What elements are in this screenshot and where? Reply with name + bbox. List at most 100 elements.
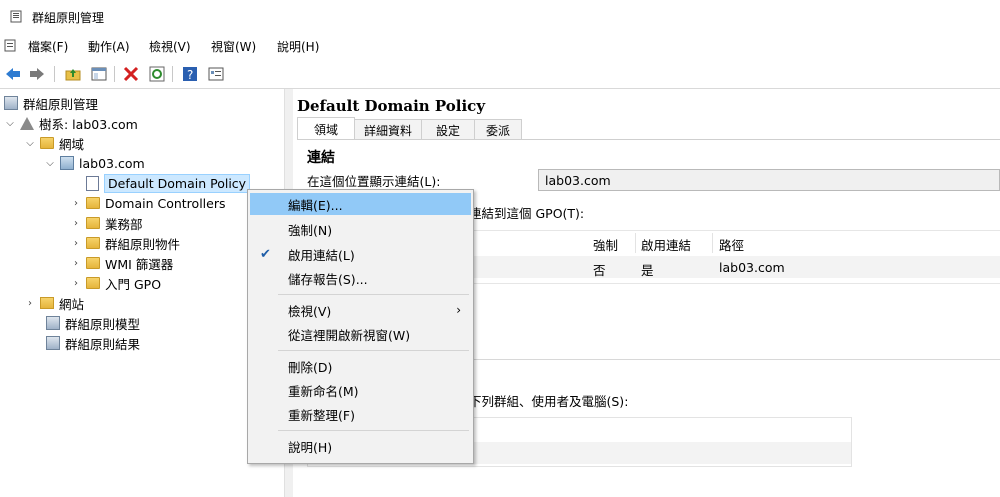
show-hide-tree-icon[interactable] [90,65,108,83]
chevron-right-icon[interactable]: › [70,258,82,269]
tree-node-domains[interactable]: ⌵ 網域 [24,133,84,153]
cell-enforced: 否 [593,263,606,278]
tree-node-results[interactable]: 群組原則結果 [30,333,140,353]
up-folder-icon[interactable] [64,65,82,83]
forest-icon [20,116,34,130]
tree-node-gpo-objects[interactable]: › 群組原則物件 [70,233,180,253]
tree-node-default-domain-policy[interactable]: Default Domain Policy [70,173,251,193]
tree-node-root[interactable]: 群組原則管理 [4,93,98,113]
chevron-right-icon[interactable]: › [24,298,36,309]
menu-bar: 檔案(F) 動作(A) 檢視(V) 視窗(W) 說明(H) [0,34,1000,58]
tree-label: 群組原則模型 [65,316,141,332]
tree-label: 網站 [59,296,85,312]
tab-settings[interactable]: 設定 [421,119,475,140]
chevron-right-icon: › [456,303,461,317]
results-icon [46,336,60,350]
menu-action[interactable]: 動作(A) [88,38,130,55]
chevron-right-icon[interactable]: › [70,278,82,289]
tab-scope[interactable]: 領域 [297,117,355,140]
toolbar-separator [54,66,55,82]
menu-item-new-window[interactable]: 從這裡開啟新視窗(W) [250,323,471,345]
tab-delegation[interactable]: 委派 [474,119,522,140]
gpm-icon [4,96,18,110]
column-link-enabled[interactable]: 啟用連結 [641,235,691,254]
menu-item-delete[interactable]: 刪除(D) [250,355,471,377]
menu-separator [278,430,469,431]
delete-icon[interactable] [122,65,140,83]
context-menu: 編輯(E)... 強制(N) ✔ 啟用連結(L) 儲存報告(S)... 檢視(V)… [247,189,474,464]
window-title: 群組原則管理 [32,11,105,25]
tree-label: Domain Controllers [105,195,226,211]
tree-node-starter-gpo[interactable]: › 入門 GPO [70,273,161,293]
menu-item-link-enabled[interactable]: ✔ 啟用連結(L) [250,243,471,265]
menu-item-save-report[interactable]: 儲存報告(S)... [250,267,471,289]
forward-arrow-icon[interactable] [28,65,46,83]
chevron-down-icon[interactable]: ⌵ [44,158,56,169]
tab-divider [297,139,1000,140]
tree-label: 群組原則結果 [65,336,141,352]
menu-item-enforced[interactable]: 強制(N) [250,218,471,240]
column-enforced[interactable]: 強制 [593,235,618,254]
tree-label: 入門 GPO [105,276,162,292]
chevron-down-icon[interactable]: ⌵ [4,118,16,129]
location-dropdown[interactable]: lab03.com [538,169,1000,191]
back-arrow-icon[interactable] [4,65,22,83]
links-heading: 連結 [307,150,335,166]
folder-icon [86,237,100,249]
security-filter-label: 下列群組、使用者及電腦(S): [469,394,629,409]
chevron-right-icon[interactable]: › [70,218,82,229]
toolbar-separator [172,66,173,82]
svg-text:?: ? [187,68,193,82]
refresh-icon[interactable] [148,65,166,83]
tree-node-modeling[interactable]: 群組原則模型 [30,313,140,333]
menu-item-view[interactable]: 檢視(V) › [250,299,471,321]
tree-label: 網域 [59,136,85,152]
menu-separator [278,294,469,295]
ou-folder-icon [86,217,100,229]
cell-link-enabled: 是 [641,263,654,278]
location-label: 在這個位置顯示連結(L): [307,174,441,189]
location-value: lab03.com [545,172,611,188]
menu-window[interactable]: 視窗(W) [211,38,256,55]
tree-label: 群組原則物件 [105,236,181,252]
menu-view[interactable]: 檢視(V) [149,38,191,55]
column-path[interactable]: 路徑 [719,235,744,254]
app-icon [10,9,24,23]
tree-node-wmi-filters[interactable]: › WMI 篩選器 [70,253,173,273]
tree-label: Default Domain Policy [104,173,251,193]
menu-separator [278,350,469,351]
tree-node-forest[interactable]: ⌵ 樹系: lab03.com [4,113,138,133]
menu-file[interactable]: 檔案(F) [28,38,68,55]
help-icon[interactable]: ? [181,65,199,83]
tree-label: 業務部 [105,216,143,232]
console-tree: 群組原則管理 ⌵ 樹系: lab03.com ⌵ 網域 ⌵ lab03.com … [0,89,284,497]
gpo-link-icon [86,175,99,191]
tab-details[interactable]: 詳細資料 [354,119,422,140]
tree-node-domain[interactable]: ⌵ lab03.com [44,153,145,173]
menu-item-edit[interactable]: 編輯(E)... [250,193,471,215]
menu-help[interactable]: 說明(H) [277,38,319,55]
folder-icon [86,277,100,289]
menu-icon [4,38,18,55]
properties-icon[interactable] [207,65,225,83]
chevron-right-icon[interactable]: › [70,238,82,249]
menu-item-help[interactable]: 說明(H) [250,435,471,457]
cell-path: lab03.com [719,260,785,275]
tree-node-sites[interactable]: › 網站 [24,293,84,313]
folder-icon [40,137,54,149]
folder-icon [86,257,100,269]
tree-label: lab03.com [79,155,145,171]
tree-label: WMI 篩選器 [105,256,174,272]
domain-icon [60,156,74,170]
menu-item-rename[interactable]: 重新命名(M) [250,379,471,401]
tree-node-sales-ou[interactable]: › 業務部 [70,213,143,233]
gpo-title: Default Domain Policy [297,97,486,115]
modeling-icon [46,316,60,330]
menu-item-refresh[interactable]: 重新整理(F) [250,403,471,425]
toolbar: ? [0,60,1000,89]
tree-node-domain-controllers[interactable]: › Domain Controllers [70,193,225,213]
chevron-right-icon[interactable]: › [70,198,82,209]
chevron-down-icon[interactable]: ⌵ [24,138,36,149]
checkmark-icon: ✔ [260,246,271,262]
sites-icon [40,297,54,309]
